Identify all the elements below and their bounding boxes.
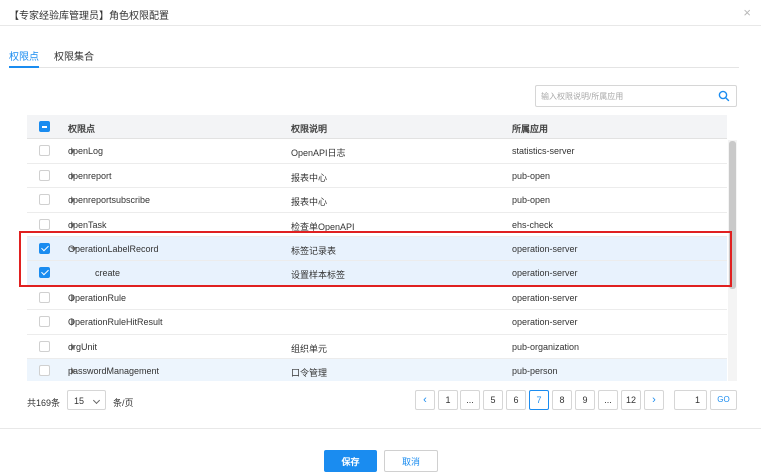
permission-point: orgUnit xyxy=(68,341,98,352)
permission-app: ehs-check xyxy=(512,219,554,230)
page-button[interactable]: 12 xyxy=(621,390,641,410)
page-button[interactable]: 9 xyxy=(575,390,595,410)
row-checkbox[interactable] xyxy=(39,194,50,206)
permission-point: OperationRuleHitResult xyxy=(68,317,163,328)
row-checkbox[interactable] xyxy=(39,340,50,352)
search-icon[interactable] xyxy=(718,90,730,102)
select-all-checkbox[interactable] xyxy=(39,121,50,132)
tab-permission-sets[interactable]: 权限集合 xyxy=(54,48,94,63)
table-header-row: 权限点 权限说明 所属应用 xyxy=(27,115,727,140)
page-button-current[interactable]: 7 xyxy=(529,390,549,410)
row-checkbox[interactable] xyxy=(39,316,50,328)
page-size-value: 15 xyxy=(74,396,85,406)
permission-app: statistics-server xyxy=(512,146,575,157)
permission-app: operation-server xyxy=(512,317,578,328)
table-row[interactable]: orgUnit 组织单元 pub-organization xyxy=(27,335,727,359)
active-tab-indicator xyxy=(9,66,39,68)
search-input[interactable] xyxy=(541,89,711,103)
permission-app: pub-open xyxy=(512,170,551,181)
page-size-select[interactable]: 15 xyxy=(67,390,106,410)
row-checkbox[interactable] xyxy=(39,218,50,230)
annotation-highlight-box xyxy=(19,231,732,287)
jump-page-input[interactable]: 1 xyxy=(674,390,707,410)
close-icon[interactable]: × xyxy=(743,5,751,20)
row-checkbox[interactable] xyxy=(39,169,50,181)
row-checkbox[interactable] xyxy=(39,365,50,376)
permission-desc: 组织单元 xyxy=(291,343,328,354)
footer-divider xyxy=(0,428,761,429)
table-row[interactable]: OperationRuleHitResult operation-server xyxy=(27,310,727,335)
permission-desc: 报表中心 xyxy=(291,172,328,183)
dialog-title: 【专家经验库管理员】角色权限配置 xyxy=(9,11,169,22)
permission-point: openreportsubscribe xyxy=(68,195,151,206)
row-checkbox[interactable] xyxy=(39,145,50,157)
permission-app: pub-open xyxy=(512,195,551,206)
row-checkbox[interactable] xyxy=(39,291,50,303)
table-row[interactable]: OperationRule operation-server xyxy=(27,286,727,311)
permission-point: OperationRule xyxy=(68,292,127,303)
permission-app: pub-person xyxy=(512,366,558,376)
page-ellipsis[interactable]: ... xyxy=(598,390,618,410)
permission-point: openreport xyxy=(68,170,112,181)
column-header-point: 权限点 xyxy=(68,124,96,134)
page-button[interactable]: 8 xyxy=(552,390,572,410)
save-button[interactable]: 保存 xyxy=(324,450,377,472)
permission-desc: 口令管理 xyxy=(291,368,328,378)
permission-desc: 报表中心 xyxy=(291,197,328,208)
table-row[interactable]: openLog OpenAPI日志 statistics-server xyxy=(27,139,727,164)
page-button[interactable]: 5 xyxy=(483,390,503,410)
dialog-header: 【专家经验库管理员】角色权限配置 × xyxy=(0,0,761,26)
column-header-app: 所属应用 xyxy=(512,124,549,134)
permission-point: openTask xyxy=(68,219,107,230)
prev-page-button[interactable]: ‹ xyxy=(415,390,435,410)
search-box xyxy=(535,85,737,107)
permission-app: operation-server xyxy=(512,292,578,303)
tab-bar: 权限点 权限集合 xyxy=(9,46,739,68)
page-button[interactable]: 1 xyxy=(438,390,458,410)
table-row[interactable]: openreport 报表中心 pub-open xyxy=(27,164,727,189)
permission-desc: OpenAPI日志 xyxy=(291,148,346,159)
per-page-label: 条/页 xyxy=(113,398,134,408)
permission-point: openLog xyxy=(68,146,104,157)
table-row[interactable]: passwordManagement 口令管理 pub-person xyxy=(27,359,727,381)
total-count: 共169条 xyxy=(27,398,61,408)
page-ellipsis[interactable]: ... xyxy=(460,390,480,410)
go-button[interactable]: GO xyxy=(710,390,737,410)
column-header-desc: 权限说明 xyxy=(291,124,328,134)
tab-permission-points[interactable]: 权限点 xyxy=(9,48,39,63)
page-button[interactable]: 6 xyxy=(506,390,526,410)
cancel-button[interactable]: 取消 xyxy=(384,450,438,472)
permission-app: pub-organization xyxy=(512,341,580,352)
table-row[interactable]: openreportsubscribe 报表中心 pub-open xyxy=(27,188,727,213)
chevron-down-icon xyxy=(92,396,101,405)
permission-point: passwordManagement xyxy=(68,366,160,376)
next-page-button[interactable]: › xyxy=(644,390,664,410)
